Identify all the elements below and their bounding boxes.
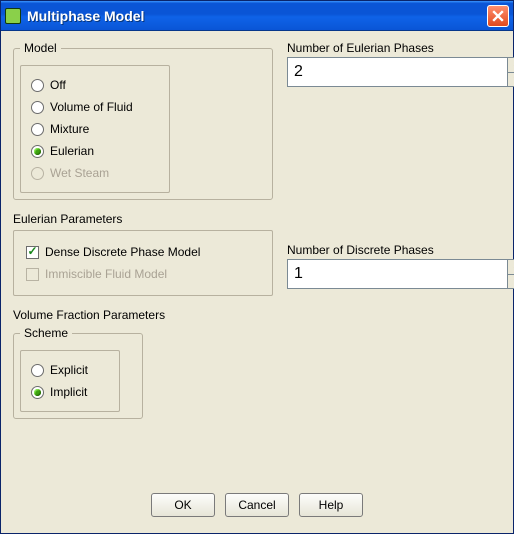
radio-label: Explicit — [50, 363, 88, 377]
spinner-up-button[interactable]: ▲ — [508, 260, 514, 274]
spinner-down-button[interactable]: ▼ — [508, 274, 514, 289]
close-button[interactable] — [487, 5, 509, 27]
radio-icon — [31, 79, 44, 92]
checkbox-label: Immiscible Fluid Model — [45, 267, 167, 281]
discrete-phases-label: Number of Discrete Phases — [287, 243, 514, 257]
spinner-down-button[interactable]: ▼ — [508, 72, 514, 87]
help-button[interactable]: Help — [299, 493, 363, 517]
model-legend: Model — [20, 41, 61, 55]
radio-label: Implicit — [50, 385, 87, 399]
app-icon — [5, 8, 21, 24]
checkbox-label: Dense Discrete Phase Model — [45, 245, 200, 259]
eulerian-phases-field: Number of Eulerian Phases ▲ ▼ — [287, 41, 514, 87]
radio-volume-of-fluid[interactable]: Volume of Fluid — [31, 96, 159, 118]
eulerian-phases-spinner: ▲ ▼ — [287, 57, 514, 87]
radio-label: Wet Steam — [50, 166, 109, 180]
radio-label: Off — [50, 78, 66, 92]
title-bar: Multiphase Model — [1, 1, 513, 31]
eulerian-parameters-box: Dense Discrete Phase Model Immiscible Fl… — [13, 230, 273, 296]
radio-mixture[interactable]: Mixture — [31, 118, 159, 140]
radio-label: Eulerian — [50, 144, 94, 158]
close-icon — [492, 10, 504, 22]
discrete-phases-spinner: ▲ ▼ — [287, 259, 514, 289]
spinner-buttons: ▲ ▼ — [507, 259, 514, 289]
spacer — [287, 99, 514, 231]
scheme-legend: Scheme — [20, 326, 72, 340]
dialog-content: Model Off Volume of Fluid Mixture — [1, 31, 513, 533]
eulerian-parameters-label: Eulerian Parameters — [13, 212, 273, 226]
dialog-window: Multiphase Model Model Off — [0, 0, 514, 534]
radio-icon — [31, 101, 44, 114]
window-title: Multiphase Model — [27, 8, 481, 24]
radio-icon — [31, 364, 44, 377]
volume-fraction-label: Volume Fraction Parameters — [13, 308, 273, 322]
scheme-group: Scheme Explicit Implicit — [13, 326, 143, 419]
radio-label: Mixture — [50, 122, 89, 136]
checkbox-dense-discrete[interactable]: Dense Discrete Phase Model — [26, 241, 260, 263]
button-row: OK Cancel Help — [13, 485, 501, 529]
checkbox-immiscible: Immiscible Fluid Model — [26, 263, 260, 285]
volume-fraction-section: Volume Fraction Parameters Scheme Explic… — [13, 308, 273, 419]
model-options: Off Volume of Fluid Mixture Euleria — [20, 65, 170, 193]
radio-label: Volume of Fluid — [50, 100, 133, 114]
eulerian-phases-label: Number of Eulerian Phases — [287, 41, 514, 55]
discrete-phases-field: Number of Discrete Phases ▲ ▼ — [287, 243, 514, 289]
checkbox-icon — [26, 268, 39, 281]
spinner-up-button[interactable]: ▲ — [508, 58, 514, 72]
model-group: Model Off Volume of Fluid Mixture — [13, 41, 273, 200]
radio-explicit[interactable]: Explicit — [31, 359, 109, 381]
ok-button[interactable]: OK — [151, 493, 215, 517]
radio-icon — [31, 123, 44, 136]
checkbox-icon — [26, 246, 39, 259]
spinner-buttons: ▲ ▼ — [507, 57, 514, 87]
radio-icon — [31, 386, 44, 399]
discrete-phases-input[interactable] — [287, 259, 507, 289]
right-column: Number of Eulerian Phases ▲ ▼ — [287, 41, 514, 289]
radio-eulerian[interactable]: Eulerian — [31, 140, 159, 162]
columns: Model Off Volume of Fluid Mixture — [13, 41, 501, 485]
left-column: Model Off Volume of Fluid Mixture — [13, 41, 273, 419]
radio-wet-steam: Wet Steam — [31, 162, 159, 184]
radio-icon — [31, 167, 44, 180]
scheme-options: Explicit Implicit — [20, 350, 120, 412]
eulerian-phases-input[interactable] — [287, 57, 507, 87]
cancel-button[interactable]: Cancel — [225, 493, 289, 517]
radio-implicit[interactable]: Implicit — [31, 381, 109, 403]
radio-icon — [31, 145, 44, 158]
radio-off[interactable]: Off — [31, 74, 159, 96]
eulerian-parameters-section: Eulerian Parameters Dense Discrete Phase… — [13, 212, 273, 296]
